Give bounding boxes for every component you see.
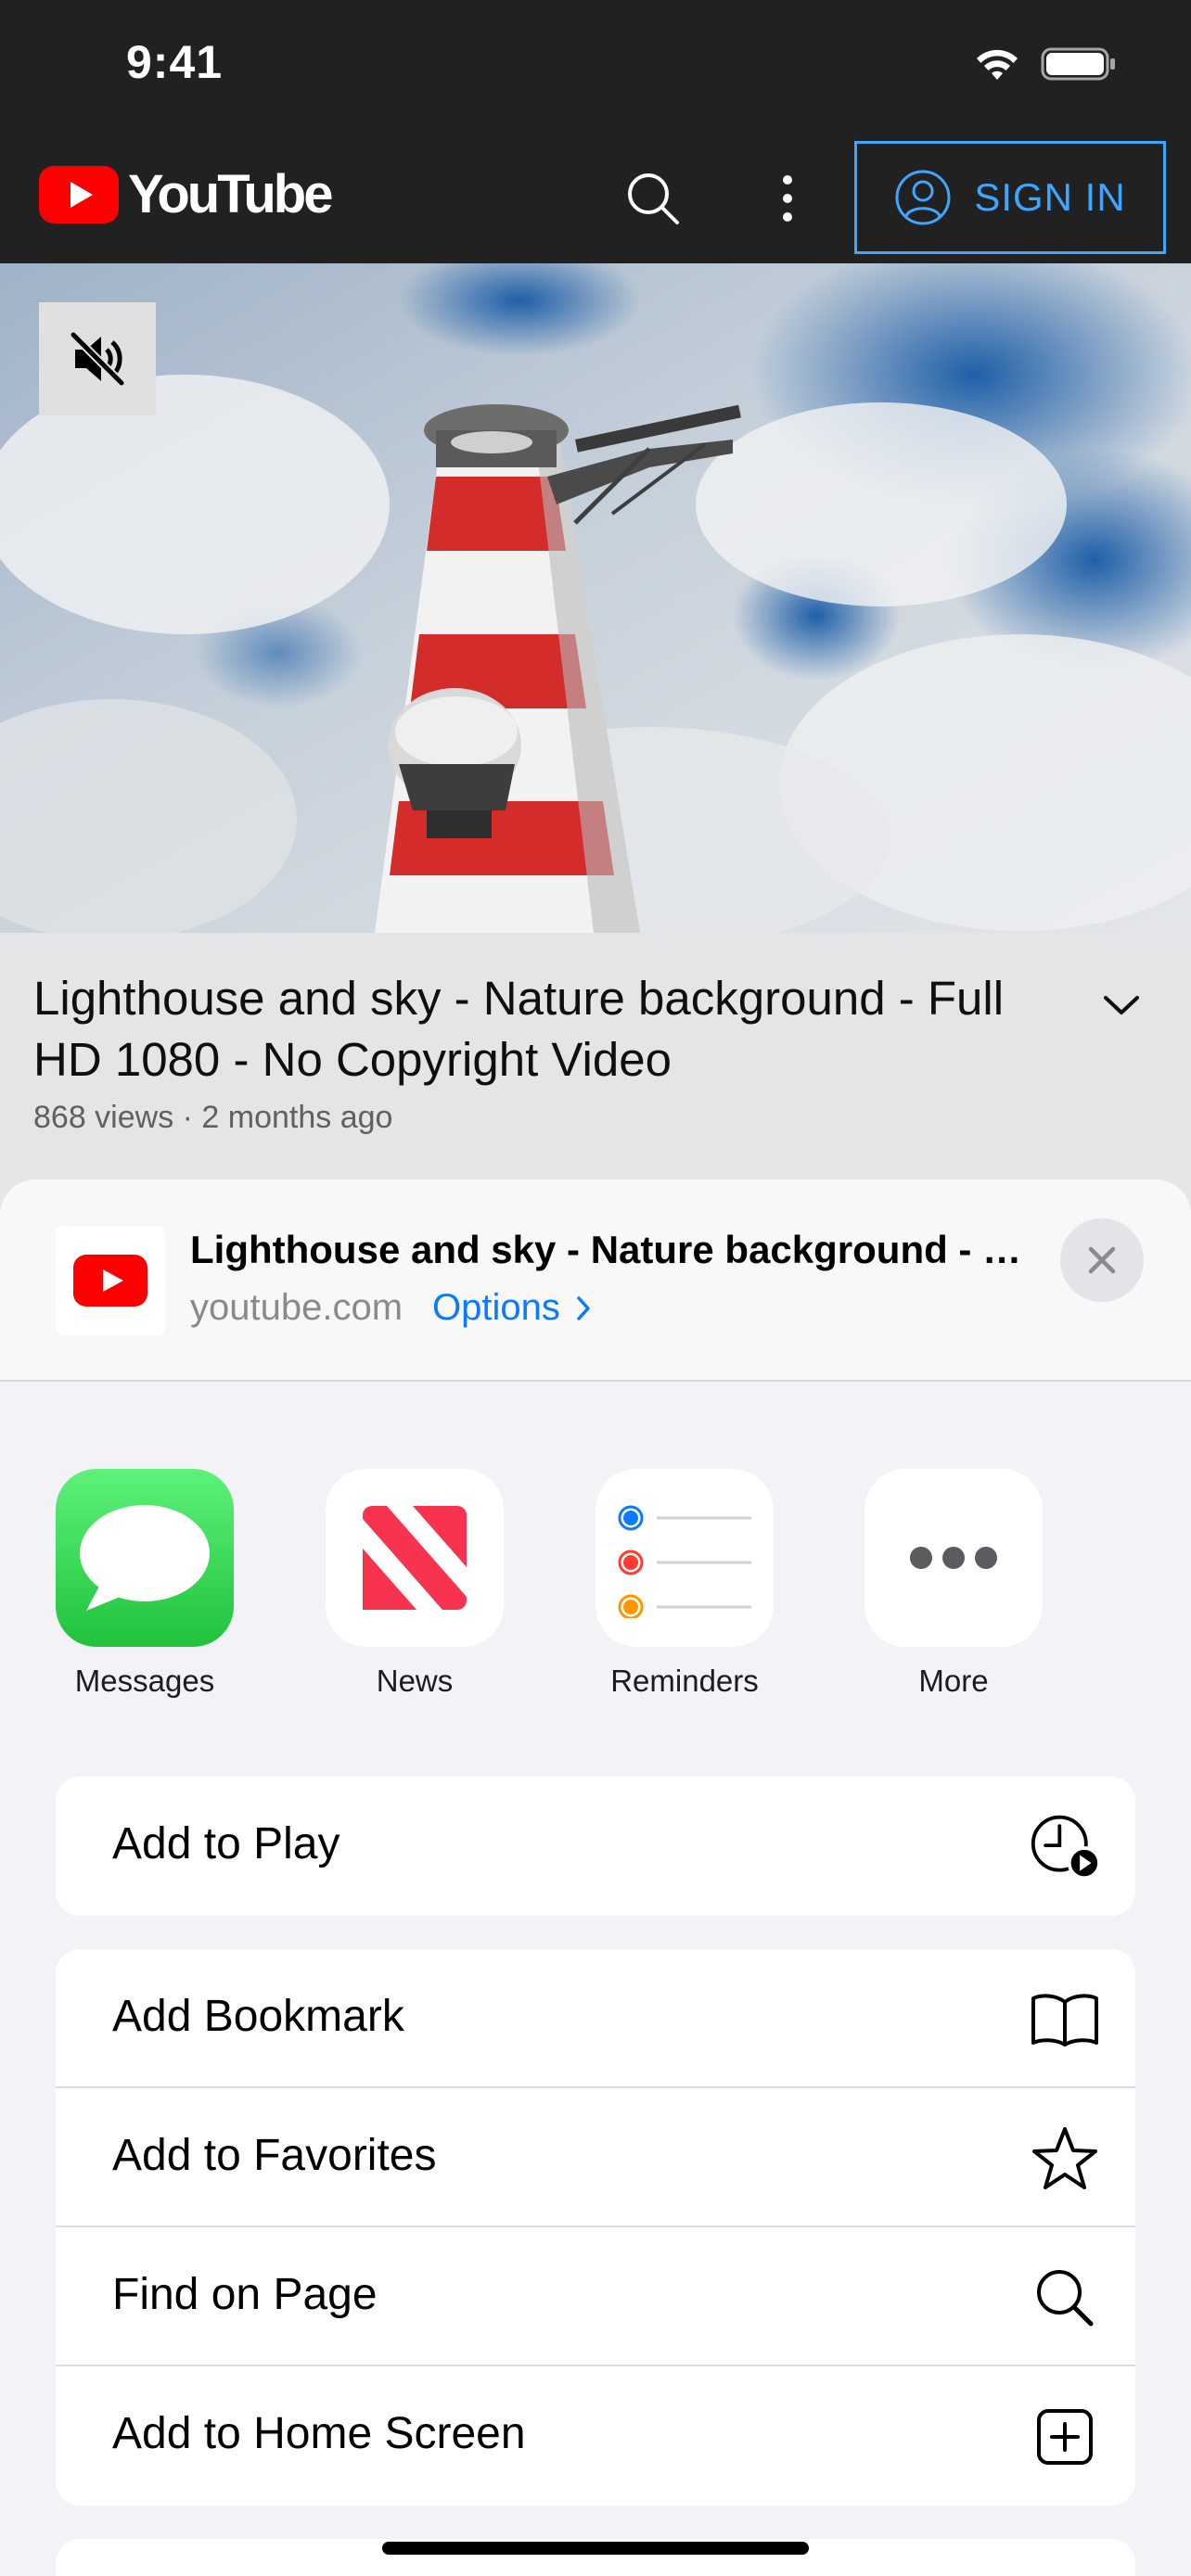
app-more[interactable]: More (861, 1469, 1046, 1699)
close-button[interactable] (1060, 1218, 1144, 1302)
action-add-to-play[interactable]: Add to Play (56, 1777, 1135, 1916)
app-label: Messages (74, 1664, 215, 1698)
status-icons (974, 46, 1117, 82)
youtube-favicon-icon (73, 1255, 147, 1307)
vertical-dots-icon (783, 175, 792, 222)
video-info: Lighthouse and sky - Nature background -… (0, 933, 1191, 1180)
action-label: Add to Favorites (112, 2131, 437, 2180)
youtube-play-logo-icon (39, 165, 119, 223)
share-apps-row: Messages News Reminders More (0, 1469, 1191, 1710)
status-time: 9:41 (126, 36, 224, 88)
youtube-logo[interactable]: YouTube (39, 163, 333, 225)
site-favicon (56, 1226, 165, 1335)
video-title[interactable]: Lighthouse and sky - Nature background -… (33, 968, 1063, 1090)
app-label: Reminders (610, 1664, 759, 1698)
share-sheet-title: Lighthouse and sky - Nature background -… (190, 1228, 1025, 1271)
muted-speaker-icon (70, 331, 125, 387)
video-meta: 868 views · 2 months ago (33, 1100, 393, 1135)
sign-in-button[interactable]: SIGN IN (854, 141, 1166, 254)
sign-in-label: SIGN IN (974, 175, 1126, 219)
action-label: Add to Home Screen (112, 2409, 526, 2458)
news-icon (326, 1469, 504, 1647)
messages-icon (56, 1469, 234, 1647)
plus-square-icon (1030, 2402, 1100, 2472)
action-label: Add to Play (112, 1819, 340, 1868)
app-label: News (376, 1664, 454, 1698)
share-sheet-domain: youtube.com (190, 1287, 403, 1328)
chevron-right-icon (577, 1295, 590, 1320)
action-label: Find on Page (112, 2270, 378, 2319)
star-icon (1030, 2123, 1100, 2194)
more-icon (864, 1469, 1043, 1647)
action-add-to-home-screen[interactable]: Add to Home Screen (56, 2366, 1135, 2506)
unmute-button[interactable] (39, 302, 156, 415)
header-more-button[interactable] (764, 169, 811, 228)
header-search-button[interactable] (623, 169, 683, 228)
actions-group-2: Add Bookmark Add to Favorites Find on Pa… (56, 1949, 1135, 2506)
clock-play-icon (1030, 1812, 1100, 1882)
action-label: Add Bookmark (112, 1992, 404, 2041)
reminders-icon (596, 1469, 774, 1647)
youtube-header: YouTube SIGN IN (0, 132, 1191, 263)
wifi-icon (977, 49, 1018, 80)
chevron-down-icon[interactable] (1098, 987, 1145, 1024)
search-icon (628, 173, 679, 224)
actions-group-1: Add to Play (56, 1777, 1135, 1916)
status-bar: 9:41 (0, 0, 1191, 132)
action-add-bookmark[interactable]: Add Bookmark (56, 1949, 1135, 2088)
app-messages[interactable]: Messages (52, 1469, 237, 1699)
video-player[interactable] (0, 263, 1191, 933)
close-icon (1088, 1246, 1116, 1274)
app-label: More (918, 1664, 989, 1698)
action-add-to-favorites[interactable]: Add to Favorites (56, 2088, 1135, 2227)
youtube-wordmark: YouTube (128, 164, 333, 224)
share-sheet: Lighthouse and sky - Nature background -… (0, 1180, 1191, 2576)
options-button[interactable]: Options (432, 1287, 592, 1329)
share-sheet-header: Lighthouse and sky - Nature background -… (0, 1180, 1191, 1382)
battery-icon (1041, 47, 1115, 81)
home-indicator[interactable] (382, 2542, 809, 2555)
action-find-on-page[interactable]: Find on Page (56, 2227, 1135, 2366)
book-icon (1030, 1984, 1100, 2055)
app-reminders[interactable]: Reminders (592, 1469, 777, 1699)
video-thumbnail (0, 263, 1191, 933)
search-icon (1030, 2263, 1100, 2333)
options-label: Options (432, 1287, 560, 1328)
app-news[interactable]: News (322, 1469, 507, 1699)
account-icon (895, 170, 951, 225)
